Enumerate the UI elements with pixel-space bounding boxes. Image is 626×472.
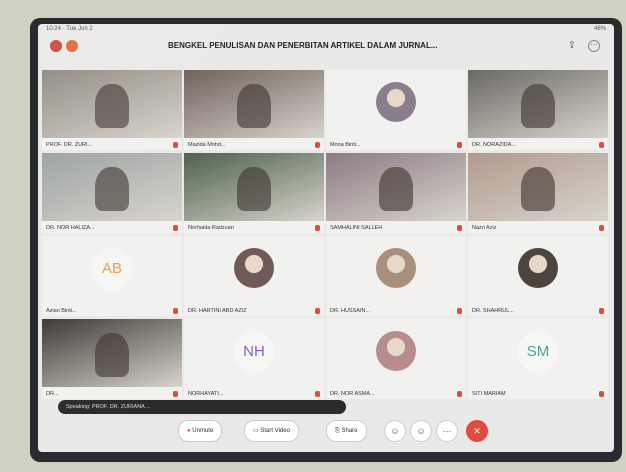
speaking-toast: Speaking: PROF. DR. ZURIANA ... [58, 400, 346, 414]
battery-level: 48% [593, 26, 606, 32]
participant-name: Mazida Mohd... [188, 142, 226, 148]
participant-name: DR. HARTINI ABD AZIZ [188, 308, 247, 314]
muted-microphone-icon [457, 391, 462, 397]
participant-avatar [376, 331, 416, 371]
participant-tile[interactable]: SAMHALINI SALLEH [326, 153, 466, 233]
participant-name: DR. HUSSAIN... [330, 308, 371, 314]
screen: 10:24 · Tue Jun 2 48% BENGKEL PENULISAN … [38, 24, 614, 452]
participant-initials: SM [517, 331, 559, 373]
muted-microphone-icon [173, 391, 178, 397]
microphone-icon: ● [187, 428, 191, 434]
muted-microphone-icon [173, 308, 178, 314]
status-time: 10:24 · Tue Jun 2 [46, 26, 93, 32]
participant-tile[interactable]: PROF. DR. ZURI... [42, 70, 182, 150]
participant-tile[interactable]: DR. NOR HALIZA... [42, 153, 182, 233]
muted-microphone-icon [599, 225, 604, 231]
participant-name: NORHAYATI... [188, 391, 224, 397]
muted-microphone-icon [173, 142, 178, 148]
participant-video [184, 153, 324, 221]
participant-name: Norhaida Radzuan [188, 225, 234, 231]
participant-video [42, 70, 182, 138]
participant-name: PROF. DR. ZURI... [46, 142, 93, 148]
title-bar: BENGKEL PENULISAN DAN PENERBITAN ARTIKEL… [38, 36, 614, 58]
participant-silhouette [379, 167, 413, 211]
participant-video [326, 153, 466, 221]
muted-microphone-icon [173, 225, 178, 231]
participant-tile[interactable]: Norhaida Radzuan [184, 153, 324, 233]
muted-microphone-icon [457, 142, 462, 148]
meeting-title: BENGKEL PENULISAN DAN PENERBITAN ARTIKEL… [168, 41, 438, 50]
more-icon[interactable]: ⋯ [436, 420, 458, 442]
muted-microphone-icon [315, 142, 320, 148]
participant-name: DR. NOR HALIZA... [46, 225, 95, 231]
muted-microphone-icon [457, 225, 462, 231]
participant-initials: AB [91, 248, 133, 290]
muted-microphone-icon [315, 308, 320, 314]
start-video-label: Start Video [260, 428, 290, 434]
unmute-button[interactable]: ● Unmute [178, 420, 223, 442]
participant-tile[interactable]: DR... [42, 319, 182, 399]
muted-microphone-icon [315, 391, 320, 397]
participant-tile[interactable]: DR. NOR ASMA... [326, 319, 466, 399]
reactions-icon[interactable]: ☺ [410, 420, 432, 442]
participant-silhouette [521, 84, 555, 128]
muted-microphone-icon [599, 142, 604, 148]
participant-initials: NH [233, 331, 275, 373]
more-options-icon[interactable]: ⋯ [588, 40, 600, 52]
share-icon: ⎘ [335, 428, 340, 434]
muted-microphone-icon [599, 391, 604, 397]
participant-name: SITI MARIAM [472, 391, 506, 397]
participant-name: DR. SHAHRUL... [472, 308, 514, 314]
participant-silhouette [521, 167, 555, 211]
participant-tile[interactable]: Nazri Aziz [468, 153, 608, 233]
participant-silhouette [237, 84, 271, 128]
share-label: Share [341, 428, 358, 434]
participant-video [468, 153, 608, 221]
muted-microphone-icon [457, 308, 462, 314]
participant-avatar [234, 248, 274, 288]
participant-name: DR. NOR ASMA... [330, 391, 375, 397]
participant-avatar [376, 248, 416, 288]
participant-tile[interactable]: NH NORHAYATI... [184, 319, 324, 399]
share-screen-icon[interactable]: ⇪ [566, 40, 578, 52]
participant-tile[interactable]: SM SITI MARIAM [468, 319, 608, 399]
participant-silhouette [237, 167, 271, 211]
participant-name: SAMHALINI SALLEH [330, 225, 383, 231]
status-bar: 10:24 · Tue Jun 2 48% [38, 24, 614, 34]
participant-name: DR... [46, 391, 59, 397]
participant-tile[interactable]: Mazida Mohd... [184, 70, 324, 150]
participant-silhouette [95, 84, 129, 128]
participant-name: Mona Binti... [330, 142, 361, 148]
unmute-label: Unmute [192, 428, 214, 434]
muted-microphone-icon [599, 308, 604, 314]
recording-icon [66, 40, 78, 52]
participant-avatar [518, 248, 558, 288]
participant-silhouette [95, 167, 129, 211]
start-video-button[interactable]: ▭ Start Video [244, 420, 299, 442]
participants-icon[interactable]: ☺ [384, 420, 406, 442]
participant-tile[interactable]: AB Azian Binti... [42, 236, 182, 316]
leave-meeting-icon[interactable] [50, 40, 62, 52]
participant-tile[interactable]: DR. HARTINI ABD AZIZ [184, 236, 324, 316]
participant-silhouette [95, 333, 129, 377]
share-button[interactable]: ⎘ Share [326, 420, 367, 442]
participant-tile[interactable]: DR. HUSSAIN... [326, 236, 466, 316]
participant-tile[interactable]: DR. SHAHRUL... [468, 236, 608, 316]
participant-video [42, 319, 182, 387]
participant-grid: PROF. DR. ZURI... Mazida Mohd... Mona Bint… [42, 70, 610, 402]
participant-name: DR. NORAZIDA... [472, 142, 517, 148]
participant-tile[interactable]: DR. NORAZIDA... [468, 70, 608, 150]
participant-video [468, 70, 608, 138]
participant-tile[interactable]: Mona Binti... [326, 70, 466, 150]
camera-icon: ▭ [253, 428, 259, 434]
participant-avatar [376, 82, 416, 122]
muted-microphone-icon [315, 225, 320, 231]
participant-video [42, 153, 182, 221]
leave-button[interactable]: ✕ [466, 420, 488, 442]
participant-name: Azian Binti... [46, 308, 77, 314]
participant-name: Nazri Aziz [472, 225, 497, 231]
participant-video [184, 70, 324, 138]
